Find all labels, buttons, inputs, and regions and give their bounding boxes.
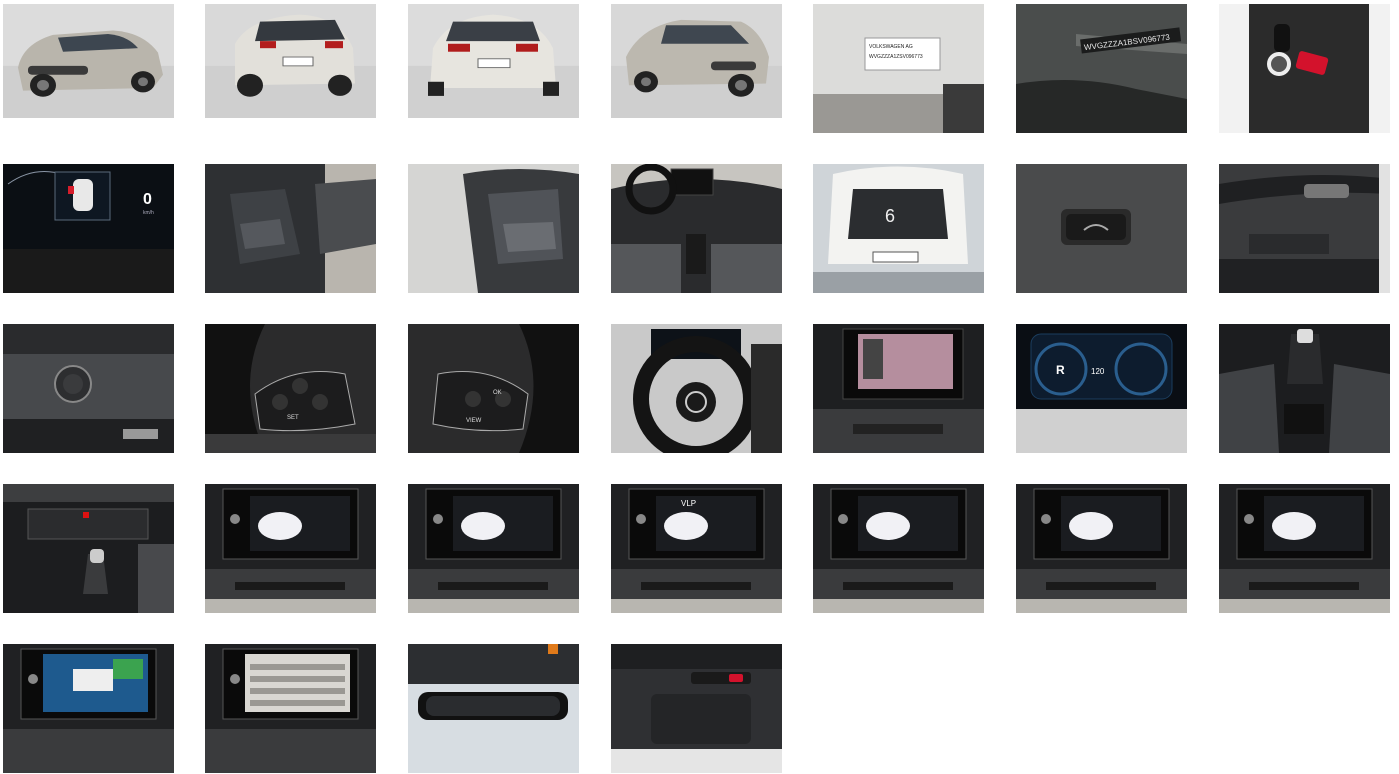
door-sticker-photo[interactable]: VOLKSWAGEN AG WVGZZZA1ZSV096773 [813, 4, 984, 133]
gear-shifter-photo[interactable] [1219, 324, 1390, 453]
infotainment-connect-photo[interactable] [1016, 484, 1187, 613]
svg-text:SET: SET [287, 415, 299, 421]
svg-text:6: 6 [885, 206, 895, 226]
rear-seats-photo[interactable] [408, 164, 579, 293]
door-panel-photo[interactable] [1219, 164, 1390, 293]
svg-text:VLP: VLP [681, 499, 696, 508]
key-photo[interactable] [1219, 4, 1390, 133]
infotainment-menu-list-photo[interactable] [205, 644, 376, 773]
exterior-rear-left-photo[interactable] [205, 4, 376, 118]
overhead-console-photo[interactable] [611, 644, 782, 773]
infotainment-home-photo[interactable] [205, 484, 376, 613]
photo-gallery: VOLKSWAGEN AG WVGZZZA1ZSV096773 WVGZZZA1B… [0, 0, 1399, 774]
infotainment-settings-photo[interactable] [408, 484, 579, 613]
steering-wheel-right-buttons-photo[interactable]: OK VIEW [408, 324, 579, 453]
open-trunk-photo[interactable]: 6 [813, 164, 984, 293]
svg-text:OK: OK [493, 390, 502, 396]
infotainment-app-connect-photo[interactable] [1219, 484, 1390, 613]
svg-text:R: R [1056, 363, 1065, 377]
infotainment-bluetooth-photo[interactable] [813, 484, 984, 613]
steering-wheel-photo[interactable] [611, 324, 782, 453]
trunk-button-photo[interactable] [1016, 164, 1187, 293]
dashboard-overview-photo[interactable] [611, 164, 782, 293]
climate-controls-photo[interactable] [3, 484, 174, 613]
light-switch-photo[interactable] [3, 324, 174, 453]
steering-wheel-left-buttons-photo[interactable]: SET [205, 324, 376, 453]
instrument-cluster-photo[interactable]: 0 km/h [3, 164, 174, 293]
svg-text:VOLKSWAGEN AG: VOLKSWAGEN AG [869, 44, 913, 50]
front-seats-photo[interactable] [205, 164, 376, 293]
svg-text:VIEW: VIEW [466, 418, 482, 424]
svg-text:120: 120 [1091, 367, 1105, 376]
vin-plate-photo[interactable]: WVGZZZA1BSV096773 [1016, 4, 1187, 133]
exterior-front-left-photo[interactable] [3, 4, 174, 118]
rear-view-mirror-photo[interactable] [408, 644, 579, 773]
svg-text:0: 0 [143, 191, 152, 208]
infotainment-vehicle-photo[interactable]: VLP [611, 484, 782, 613]
svg-text:km/h: km/h [143, 210, 154, 216]
infotainment-park-assist-photo[interactable] [3, 644, 174, 773]
digital-cluster-photo[interactable]: R 120 [1016, 324, 1187, 453]
rear-camera-screen-photo[interactable] [813, 324, 984, 453]
exterior-rear-photo[interactable] [408, 4, 579, 118]
svg-text:WVGZZZA1ZSV096773: WVGZZZA1ZSV096773 [869, 54, 923, 60]
exterior-front-right-photo[interactable] [611, 4, 782, 118]
